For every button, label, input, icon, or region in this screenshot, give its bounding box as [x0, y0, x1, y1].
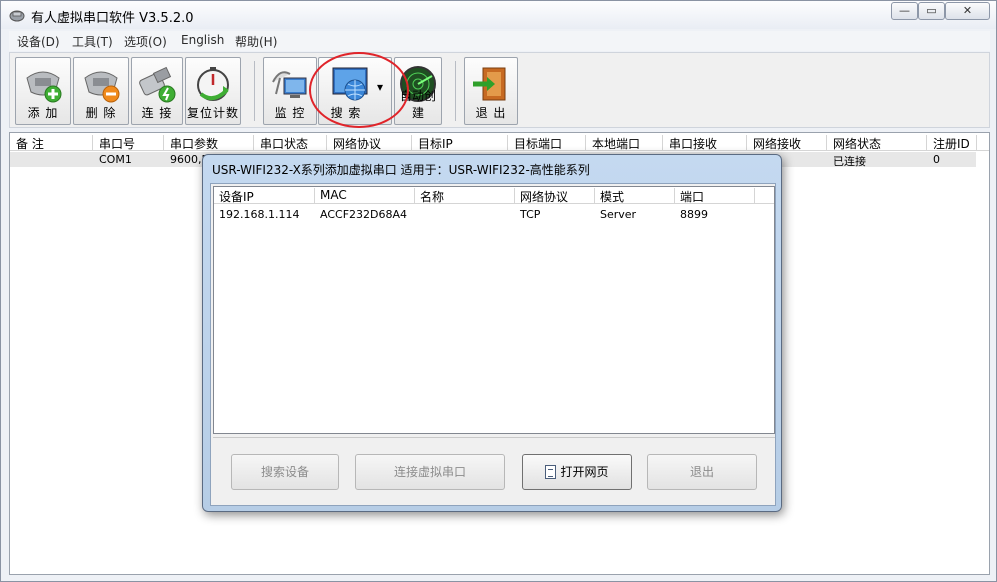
- device-list-header: 设备IP MAC 名称 网络协议 模式 端口: [214, 187, 774, 204]
- cell-port: COM1: [99, 153, 132, 166]
- open-webpage-button[interactable]: 打开网页: [522, 454, 632, 490]
- column-header-params[interactable]: 串口参数: [164, 135, 254, 151]
- cell-net-status: 已连接: [833, 155, 866, 168]
- exit-button[interactable]: 退 出: [464, 57, 518, 125]
- column-header-port[interactable]: 端口: [675, 188, 755, 204]
- column-header-target-ip[interactable]: 目标IP: [412, 135, 508, 151]
- maximize-button[interactable]: ▭: [918, 2, 945, 20]
- window-title: 有人虚拟串口软件 V3.5.2.0: [31, 11, 194, 26]
- device-ip-value: 192.168.1.114: [219, 208, 300, 221]
- connect-button[interactable]: 连 接: [131, 57, 183, 125]
- column-header-note[interactable]: 备 注: [10, 135, 93, 151]
- toolbar: 添 加 删 除 连 接 复位计数 监 控 搜 索 ▾ 自动创建 退 出: [9, 52, 990, 128]
- exit-label: 退 出: [475, 106, 507, 120]
- column-header-reg-id[interactable]: 注册ID: [927, 135, 977, 151]
- add-button[interactable]: 添 加: [15, 57, 71, 125]
- column-header-name[interactable]: 名称: [415, 188, 515, 204]
- dialog-button-panel: 搜索设备 连接虚拟串口 打开网页 退出: [213, 437, 775, 503]
- device-protocol-value: TCP: [520, 208, 541, 221]
- dialog-exit-button[interactable]: 退出: [647, 454, 757, 490]
- connect-plug-icon: [139, 66, 176, 103]
- reset-count-button[interactable]: 复位计数: [185, 57, 241, 125]
- menu-english[interactable]: English: [181, 33, 224, 47]
- reset-timer-icon: [197, 67, 229, 101]
- reset-count-label: 复位计数: [186, 106, 239, 120]
- open-webpage-label: 打开网页: [560, 465, 609, 479]
- delete-label: 删 除: [85, 106, 117, 120]
- connect-label: 连 接: [141, 106, 173, 120]
- column-header-protocol[interactable]: 网络协议: [515, 188, 595, 204]
- port-list-header: 备 注 串口号 串口参数 串口状态 网络协议 目标IP 目标端口 本地端口 串口…: [10, 133, 989, 151]
- delete-port-icon: [84, 71, 120, 103]
- menu-device[interactable]: 设备(D): [17, 33, 60, 50]
- column-header-port-rx[interactable]: 串口接收: [663, 135, 747, 151]
- cell-reg-id: 0: [933, 153, 940, 166]
- column-header-net-rx[interactable]: 网络接收: [747, 135, 827, 151]
- close-button[interactable]: ✕: [945, 2, 990, 20]
- column-header-port-status[interactable]: 串口状态: [254, 135, 327, 151]
- column-header-protocol[interactable]: 网络协议: [327, 135, 412, 151]
- column-header-local-port[interactable]: 本地端口: [586, 135, 663, 151]
- app-logo-icon: [9, 10, 25, 22]
- menu-help[interactable]: 帮助(H): [235, 33, 277, 50]
- dialog-title: USR-WIFI232-X系列添加虚拟串口 适用于：USR-WIFI232-高性…: [212, 163, 590, 177]
- webpage-document-icon: [545, 465, 557, 479]
- main-window: 有人虚拟串口软件 V3.5.2.0 — ▭ ✕ 设备(D) 工具(T) 选项(O…: [0, 0, 997, 582]
- connect-virtual-port-button[interactable]: 连接虚拟串口: [355, 454, 505, 490]
- menu-tools[interactable]: 工具(T): [72, 33, 113, 50]
- menu-options[interactable]: 选项(O): [124, 33, 167, 50]
- column-header-device-ip[interactable]: 设备IP: [214, 188, 315, 204]
- column-header-net-status[interactable]: 网络状态: [827, 135, 927, 151]
- minimize-button[interactable]: —: [891, 2, 918, 20]
- column-header-target-port[interactable]: 目标端口: [508, 135, 586, 151]
- exit-door-icon: [473, 67, 506, 101]
- add-port-icon: [26, 71, 62, 103]
- add-label: 添 加: [27, 106, 59, 120]
- menu-bar: 设备(D) 工具(T) 选项(O) English 帮助(H): [9, 31, 990, 51]
- toolbar-separator: [455, 61, 456, 121]
- toolbar-separator: [254, 61, 255, 121]
- title-bar[interactable]: 有人虚拟串口软件 V3.5.2.0 — ▭ ✕: [1, 1, 996, 29]
- device-mac-value: ACCF232D68A4: [320, 208, 408, 221]
- monitor-satellite-icon: [272, 71, 307, 98]
- column-header-mode[interactable]: 模式: [595, 188, 675, 204]
- device-list[interactable]: 设备IP MAC 名称 网络协议 模式 端口 192.168.1.114 ACC…: [213, 186, 775, 434]
- delete-button[interactable]: 删 除: [73, 57, 129, 125]
- column-header-port[interactable]: 串口号: [93, 135, 164, 151]
- dialog-body: 设备IP MAC 名称 网络协议 模式 端口 192.168.1.114 ACC…: [210, 183, 776, 506]
- search-device-button[interactable]: 搜索设备: [231, 454, 339, 490]
- add-virtual-port-dialog: USR-WIFI232-X系列添加虚拟串口 适用于：USR-WIFI232-高性…: [202, 154, 782, 512]
- highlight-annotation: [309, 52, 409, 128]
- monitor-label: 监 控: [274, 106, 306, 120]
- column-header-mac[interactable]: MAC: [315, 188, 415, 204]
- device-port-value: 8899: [680, 208, 708, 221]
- device-mode-value: Server: [600, 208, 637, 221]
